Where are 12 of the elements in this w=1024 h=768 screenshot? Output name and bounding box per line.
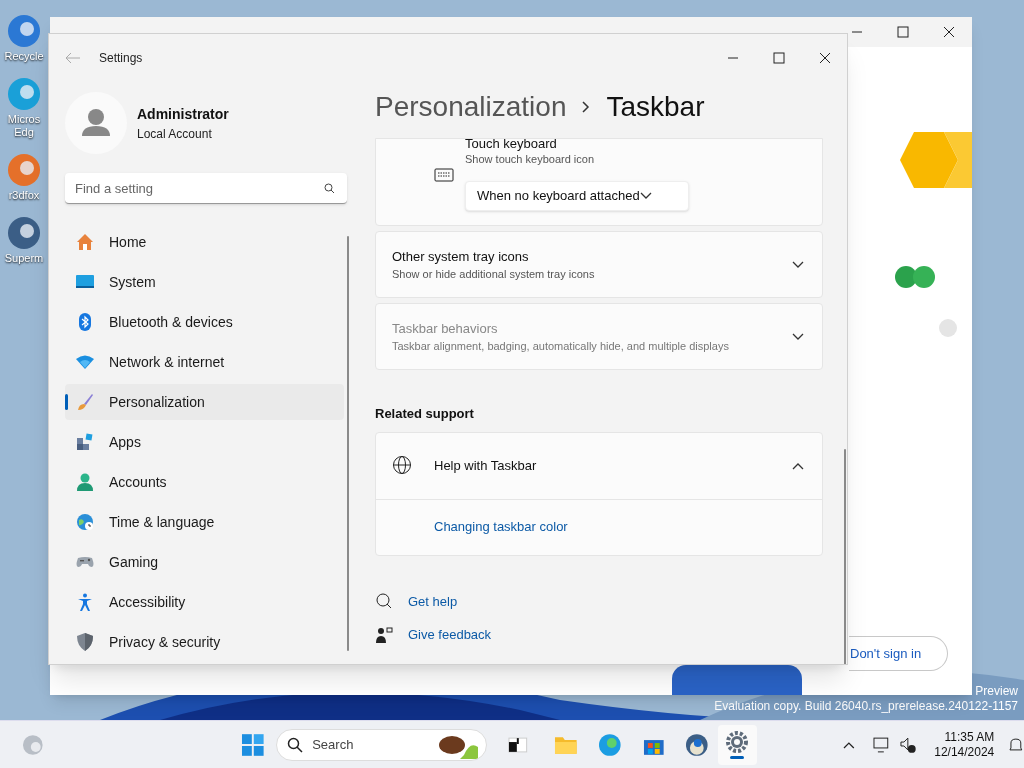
- taskbar-search[interactable]: Search: [276, 728, 487, 761]
- active-app-tile[interactable]: [717, 724, 758, 765]
- search-placeholder: Search: [312, 735, 354, 754]
- clock-date[interactable]: 12/14/2024: [934, 744, 995, 760]
- clock-time[interactable]: 11:35 AM: [944, 729, 995, 745]
- speaker-muted-icon[interactable]: [898, 735, 917, 754]
- gear-icon: [725, 730, 750, 754]
- search-icon: [287, 736, 304, 753]
- notification-icon[interactable]: [1008, 736, 1024, 753]
- chevron-up-icon[interactable]: [843, 740, 855, 749]
- start-icon[interactable]: [240, 732, 265, 757]
- network-icon[interactable]: [872, 735, 891, 754]
